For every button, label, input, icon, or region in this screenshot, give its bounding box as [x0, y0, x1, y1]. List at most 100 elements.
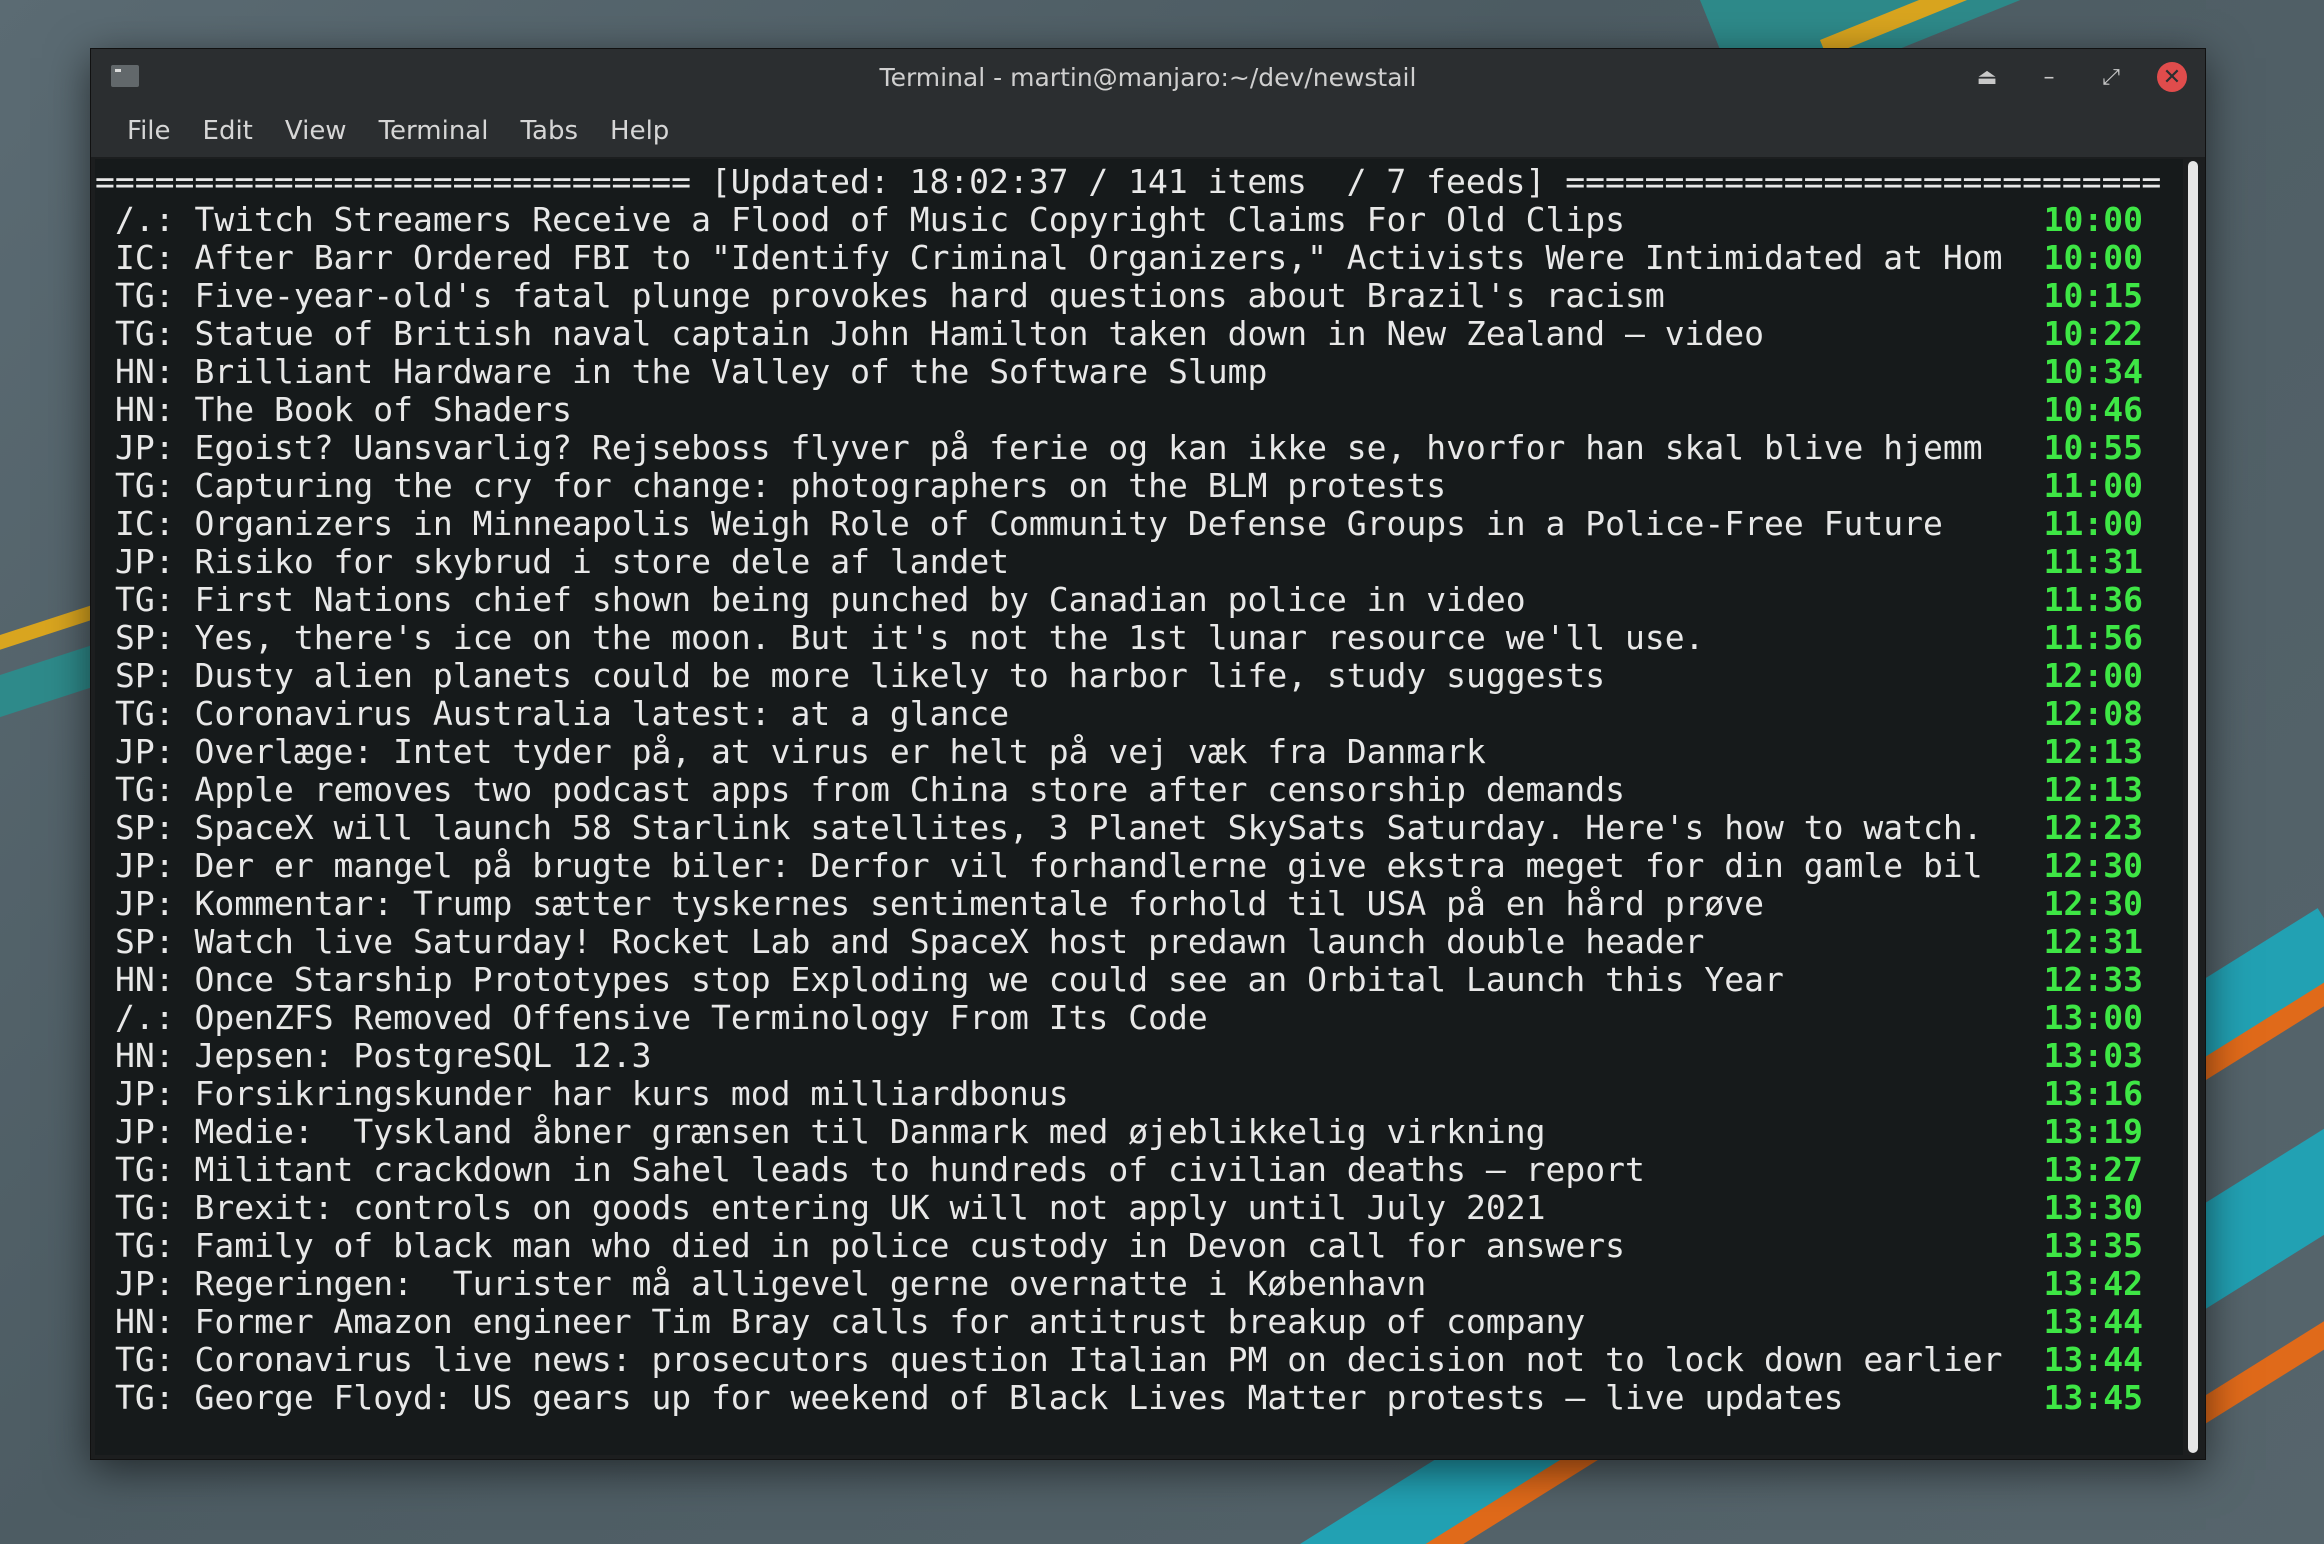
feed-row: TG: First Nations chief shown being punc… [115, 581, 2143, 619]
feed-row: JP: Overlæge: Intet tyder på, at virus e… [115, 733, 2143, 771]
feed-row: HN: The Book of Shaders 10:46 [115, 391, 2143, 429]
status-line: ============================== [Updated:… [95, 162, 2162, 201]
terminal-output[interactable]: ============================== [Updated:… [95, 159, 2183, 1455]
scrollbar[interactable] [2185, 159, 2201, 1455]
feed-source: JP: [115, 428, 175, 467]
feed-source: SP: [115, 656, 175, 695]
feed-headline: Coronavirus live news: prosecutors quest… [194, 1340, 2003, 1379]
feed-headline: Capturing the cry for change: photograph… [194, 466, 1447, 505]
window-title: Terminal - martin@manjaro:~/dev/newstail [879, 62, 1417, 92]
feed-headline: Militant crackdown in Sahel leads to hun… [194, 1150, 1645, 1189]
feed-row: JP: Egoist? Uansvarlig? Rejseboss flyver… [115, 429, 2143, 467]
feed-row: JP: Der er mangel på brugte biler: Derfo… [115, 847, 2143, 885]
feed-time: 10:15 [2043, 276, 2143, 315]
keep-above-icon[interactable]: ⏏ [1971, 61, 2003, 93]
feed-headline: Coronavirus Australia latest: at a glanc… [194, 694, 1010, 733]
feed-time: 13:44 [2043, 1340, 2143, 1379]
feed-source: TG: [115, 1340, 175, 1379]
feed-headline: Egoist? Uansvarlig? Rejseboss flyver på … [194, 428, 1983, 467]
feed-row: TG: Coronavirus Australia latest: at a g… [115, 695, 2143, 733]
feed-row: SP: Dusty alien planets could be more li… [115, 657, 2143, 695]
feed-time: 11:56 [2043, 618, 2143, 657]
feed-headline: Five-year-old's fatal plunge provokes ha… [194, 276, 1665, 315]
menu-file[interactable]: File [111, 116, 187, 146]
feed-time: 13:44 [2043, 1302, 2143, 1341]
feed-source: IC: [115, 504, 175, 543]
feed-source: TG: [115, 314, 175, 353]
feed-row: IC: Organizers in Minneapolis Weigh Role… [115, 505, 2143, 543]
feed-source: /.: [115, 200, 175, 239]
feed-row: HN: Former Amazon engineer Tim Bray call… [115, 1303, 2143, 1341]
feed-source: TG: [115, 276, 175, 315]
maximize-icon[interactable]: ⤢ [2095, 61, 2127, 93]
feed-headline: Brexit: controls on goods entering UK wi… [194, 1188, 1546, 1227]
feed-time: 10:55 [2043, 428, 2143, 467]
feed-time: 13:30 [2043, 1188, 2143, 1227]
feed-source: JP: [115, 1074, 175, 1113]
feed-time: 11:31 [2043, 542, 2143, 581]
feed-time: 11:36 [2043, 580, 2143, 619]
feed-source: JP: [115, 1264, 175, 1303]
feed-source: JP: [115, 846, 175, 885]
title-bar[interactable]: Terminal - martin@manjaro:~/dev/newstail… [91, 49, 2205, 105]
feed-source: TG: [115, 1188, 175, 1227]
feed-source: TG: [115, 466, 175, 505]
feed-headline: Der er mangel på brugte biler: Derfor vi… [194, 846, 1983, 885]
feed-source: HN: [115, 1036, 175, 1075]
feed-headline: Dusty alien planets could be more likely… [194, 656, 1606, 695]
feed-row: /.: Twitch Streamers Receive a Flood of … [115, 201, 2143, 239]
feed-row: SP: Watch live Saturday! Rocket Lab and … [115, 923, 2143, 961]
feed-headline: First Nations chief shown being punched … [194, 580, 1526, 619]
feed-source: HN: [115, 352, 175, 391]
feed-time: 10:00 [2043, 200, 2143, 239]
feed-time: 13:16 [2043, 1074, 2143, 1113]
feed-row: JP: Regeringen: Turister må alligevel ge… [115, 1265, 2143, 1303]
feed-headline: Once Starship Prototypes stop Exploding … [194, 960, 1784, 999]
feed-row: TG: Coronavirus live news: prosecutors q… [115, 1341, 2143, 1379]
feed-time: 13:00 [2043, 998, 2143, 1037]
menu-edit[interactable]: Edit [187, 116, 269, 146]
feed-row: JP: Kommentar: Trump sætter tyskernes se… [115, 885, 2143, 923]
feed-headline: Statue of British naval captain John Ham… [194, 314, 1765, 353]
feed-headline: Organizers in Minneapolis Weigh Role of … [194, 504, 1943, 543]
feed-headline: Risiko for skybrud i store dele af lande… [194, 542, 1010, 581]
feed-time: 10:34 [2043, 352, 2143, 391]
close-icon[interactable]: ✕ [2157, 62, 2187, 92]
feed-time: 12:00 [2043, 656, 2143, 695]
feed-row: SP: SpaceX will launch 58 Starlink satel… [115, 809, 2143, 847]
feed-headline: OpenZFS Removed Offensive Terminology Fr… [194, 998, 1208, 1037]
feed-source: /.: [115, 998, 175, 1037]
feed-row: /.: OpenZFS Removed Offensive Terminolog… [115, 999, 2143, 1037]
terminal-app-icon[interactable] [111, 65, 139, 87]
feed-headline: The Book of Shaders [194, 390, 572, 429]
feed-time: 12:30 [2043, 846, 2143, 885]
menu-terminal[interactable]: Terminal [363, 116, 505, 146]
menu-tabs[interactable]: Tabs [504, 116, 594, 146]
feed-headline: Medie: Tyskland åbner grænsen til Danmar… [194, 1112, 1546, 1151]
feed-row: SP: Yes, there's ice on the moon. But it… [115, 619, 2143, 657]
feed-headline: Overlæge: Intet tyder på, at virus er he… [194, 732, 1486, 771]
menu-help[interactable]: Help [594, 116, 685, 146]
feed-source: HN: [115, 1302, 175, 1341]
feed-headline: Watch live Saturday! Rocket Lab and Spac… [194, 922, 1705, 961]
feed-headline: After Barr Ordered FBI to "Identify Crim… [194, 238, 2003, 277]
scrollbar-thumb[interactable] [2188, 161, 2198, 1453]
minimize-icon[interactable]: – [2033, 61, 2065, 93]
feed-headline: Yes, there's ice on the moon. But it's n… [194, 618, 1705, 657]
feed-time: 11:00 [2043, 504, 2143, 543]
feed-headline: Regeringen: Turister må alligevel gerne … [194, 1264, 1427, 1303]
feed-list: /.: Twitch Streamers Receive a Flood of … [115, 201, 2143, 1417]
feed-source: SP: [115, 922, 175, 961]
feed-headline: Family of black man who died in police c… [194, 1226, 1625, 1265]
feed-row: HN: Once Starship Prototypes stop Explod… [115, 961, 2143, 999]
feed-row: TG: George Floyd: US gears up for weeken… [115, 1379, 2143, 1417]
feed-source: TG: [115, 580, 175, 619]
menu-view[interactable]: View [269, 116, 363, 146]
feed-source: TG: [115, 1226, 175, 1265]
feed-headline: Kommentar: Trump sætter tyskernes sentim… [194, 884, 1765, 923]
feed-source: JP: [115, 884, 175, 923]
feed-headline: Apple removes two podcast apps from Chin… [194, 770, 1625, 809]
feed-row: TG: Militant crackdown in Sahel leads to… [115, 1151, 2143, 1189]
feed-headline: Forsikringskunder har kurs mod milliardb… [194, 1074, 1069, 1113]
feed-time: 10:46 [2043, 390, 2143, 429]
